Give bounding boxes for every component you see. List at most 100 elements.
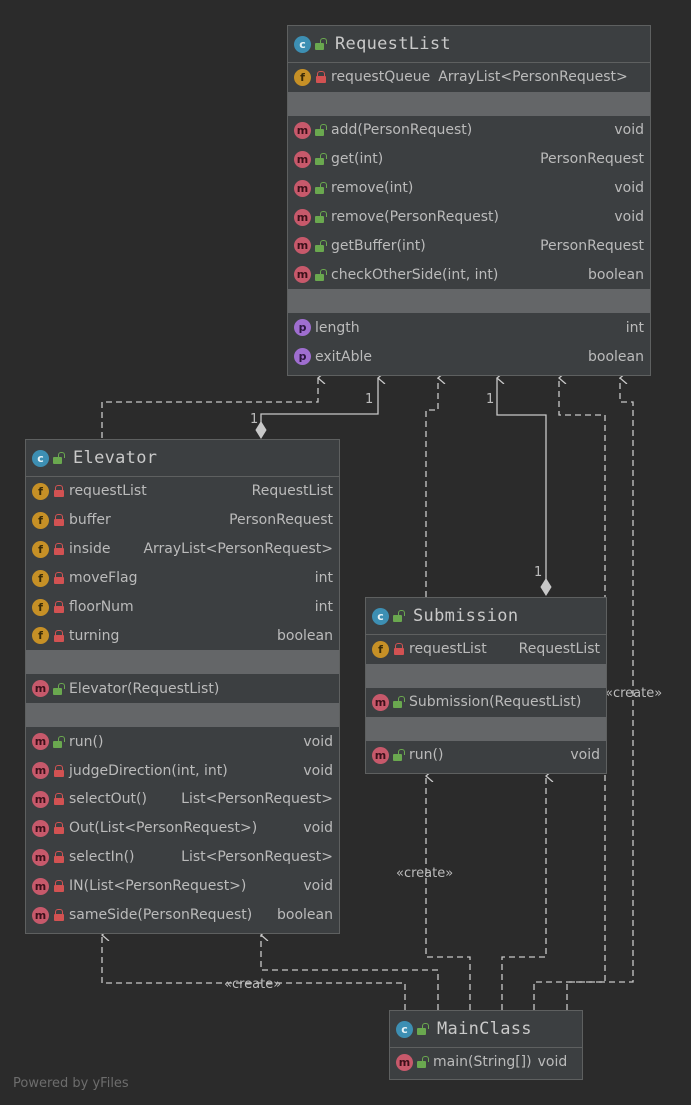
class-icon: c (396, 1020, 413, 1038)
property-row[interactable]: p exitAble boolean (288, 342, 650, 371)
method-icon: m (396, 1053, 413, 1071)
method-row[interactable]: m remove(int) void (288, 174, 650, 203)
method-type: void (570, 747, 600, 764)
method-type: PersonRequest (540, 237, 644, 254)
class-name: Submission (413, 606, 519, 626)
class-icon: c (372, 607, 389, 625)
field-icon: f (32, 540, 49, 558)
field-type: ArrayList<PersonRequest> (438, 69, 628, 86)
method-row[interactable]: m Out(List<PersonRequest>) void (26, 814, 339, 843)
field-type: ArrayList<PersonRequest> (143, 541, 333, 558)
method-row[interactable]: m selectOut() List<PersonRequest> (26, 785, 339, 814)
public-lock-icon (315, 268, 327, 281)
method-icon: m (32, 733, 49, 751)
field-type: RequestList (518, 641, 600, 658)
method-type: PersonRequest (540, 151, 644, 168)
field-name: turning (69, 627, 120, 644)
method-type: boolean (277, 907, 333, 924)
method-name: main(String[]) (433, 1054, 532, 1071)
method-icon: m (32, 680, 49, 698)
method-type: List<PersonRequest> (181, 791, 333, 808)
constructor-row[interactable]: m Submission(RequestList) (366, 688, 606, 717)
method-name: IN(List<PersonRequest>) (69, 878, 247, 895)
method-icon: m (294, 179, 311, 197)
class-header[interactable]: c Submission (366, 598, 606, 635)
constructor-row[interactable]: m Elevator(RequestList) (26, 674, 339, 703)
class-header[interactable]: c Elevator (26, 440, 339, 477)
class-name: RequestList (335, 34, 451, 54)
section-separator (26, 703, 339, 728)
public-lock-icon (53, 452, 65, 464)
method-type: boolean (588, 266, 644, 283)
field-icon: f (32, 569, 49, 587)
method-icon: m (32, 848, 49, 866)
method-name: Out(List<PersonRequest>) (69, 820, 258, 837)
class-header[interactable]: c MainClass (390, 1011, 582, 1048)
method-row[interactable]: m sameSide(PersonRequest) boolean (26, 901, 339, 930)
multiplicity-label: 1 (486, 392, 495, 407)
method-row[interactable]: m main(String[]) void (390, 1048, 582, 1077)
field-row[interactable]: f moveFlag int (26, 564, 339, 593)
class-requestlist[interactable]: c RequestList f requestQueue ArrayList<P… (287, 25, 651, 376)
property-icon: p (294, 348, 311, 366)
method-icon: m (32, 877, 49, 895)
field-type: boolean (277, 627, 333, 644)
method-row[interactable]: m remove(PersonRequest) void (288, 203, 650, 232)
field-icon: f (32, 627, 49, 645)
public-lock-icon (315, 182, 327, 195)
field-row[interactable]: f buffer PersonRequest (26, 506, 339, 535)
method-icon: m (294, 237, 311, 255)
method-row[interactable]: m judgeDirection(int, int) void (26, 756, 339, 785)
method-name: add(PersonRequest) (331, 122, 473, 139)
private-lock-icon (393, 643, 405, 656)
create-label: «create» (605, 686, 663, 701)
section-separator (366, 663, 606, 688)
method-row[interactable]: m IN(List<PersonRequest>) void (26, 872, 339, 901)
method-row[interactable]: m getBuffer(int) PersonRequest (288, 231, 650, 260)
field-row[interactable]: f floorNum int (26, 593, 339, 622)
public-lock-icon (53, 735, 65, 748)
method-row[interactable]: m run() void (366, 741, 606, 770)
field-name: inside (69, 541, 111, 558)
field-type: RequestList (251, 483, 333, 500)
method-name: remove(PersonRequest) (331, 209, 499, 225)
field-row[interactable]: f inside ArrayList<PersonRequest> (26, 535, 339, 564)
method-row[interactable]: m checkOtherSide(int, int) boolean (288, 260, 650, 289)
field-name: requestList (69, 483, 147, 500)
multiplicity-label: 1 (365, 392, 374, 407)
method-type: void (614, 180, 644, 197)
field-name: moveFlag (69, 570, 138, 587)
field-icon: f (32, 511, 49, 529)
field-row[interactable]: f turning boolean (26, 621, 339, 650)
class-submission[interactable]: c Submission f requestList RequestList m… (365, 597, 607, 774)
method-name: selectIn() (69, 849, 135, 866)
field-type: int (314, 599, 333, 615)
create-mainclass-elevator-1 (102, 935, 406, 1010)
public-lock-icon (417, 1056, 429, 1069)
field-row[interactable]: f requestList RequestList (26, 477, 339, 506)
private-lock-icon (53, 514, 65, 527)
yfiles-footer: Powered by yFiles (13, 1076, 129, 1091)
method-row[interactable]: m get(int) PersonRequest (288, 145, 650, 174)
method-icon: m (372, 746, 389, 764)
private-lock-icon (53, 880, 65, 893)
field-row[interactable]: f requestQueue ArrayList<PersonRequest> (288, 63, 650, 92)
class-elevator[interactable]: c Elevator f requestList RequestList f b… (25, 439, 340, 934)
class-header[interactable]: c RequestList (288, 26, 650, 63)
multiplicity-label: 1 (534, 565, 543, 580)
dep-submission-requestlist (425, 378, 438, 597)
method-type: void (537, 1054, 568, 1071)
private-lock-icon (53, 822, 65, 835)
method-row[interactable]: m selectIn() List<PersonRequest> (26, 843, 339, 872)
private-lock-icon (53, 909, 65, 922)
method-row[interactable]: m add(PersonRequest) void (288, 116, 650, 145)
class-mainclass[interactable]: c MainClass m main(String[]) void (389, 1010, 583, 1080)
constructor-name: Elevator(RequestList) (69, 680, 220, 697)
public-lock-icon (53, 682, 65, 695)
method-icon: m (294, 208, 311, 226)
field-row[interactable]: f requestList RequestList (366, 635, 606, 664)
property-row[interactable]: p length int (288, 313, 650, 342)
method-row[interactable]: m run() void (26, 727, 339, 756)
create-mainclass-submission-1 (426, 776, 471, 1010)
section-separator (288, 289, 650, 314)
